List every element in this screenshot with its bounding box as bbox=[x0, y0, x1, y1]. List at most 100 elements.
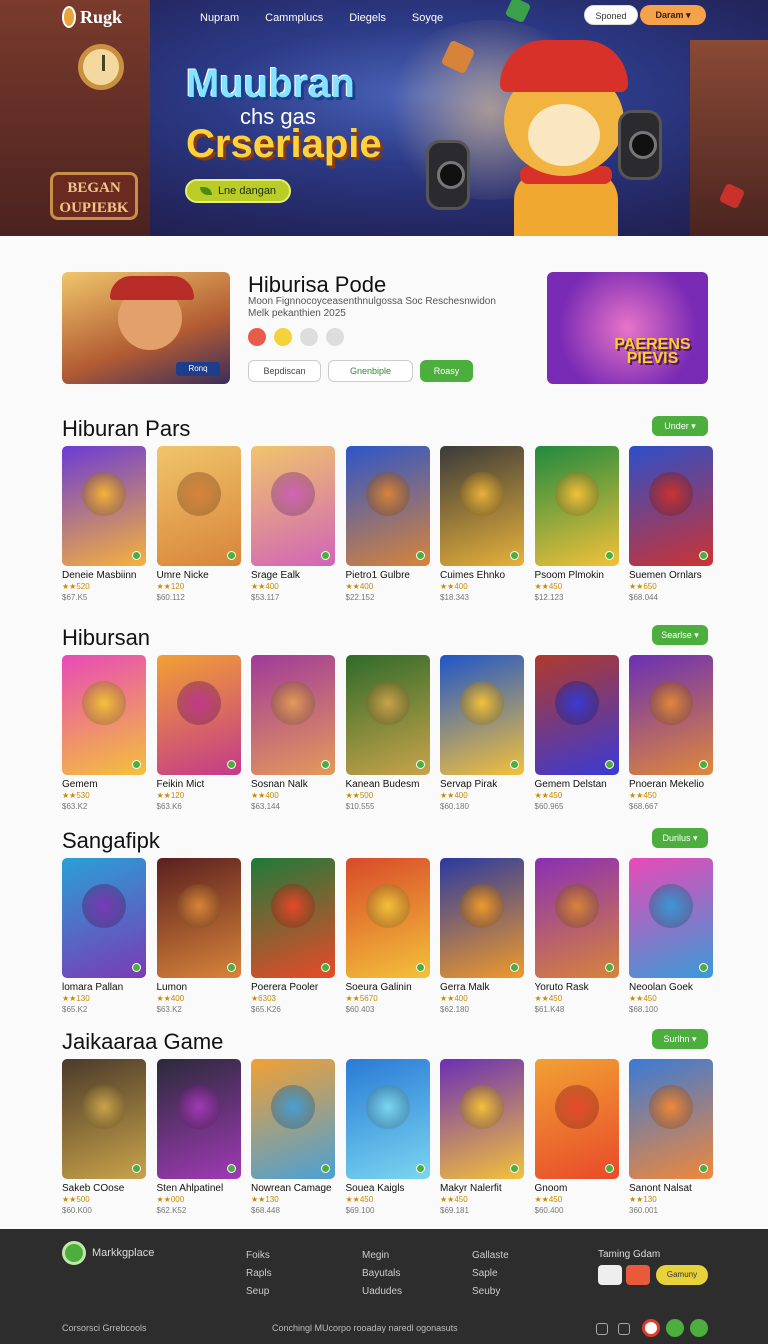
play-icon[interactable] bbox=[699, 1164, 708, 1173]
play-icon[interactable] bbox=[510, 963, 519, 972]
footer-link[interactable]: Megin bbox=[362, 1247, 402, 1265]
game-thumbnail[interactable] bbox=[251, 858, 335, 978]
nav-item[interactable]: Nupram bbox=[200, 12, 239, 24]
game-thumbnail[interactable] bbox=[156, 446, 241, 566]
signin-button[interactable]: Sponed bbox=[584, 5, 638, 25]
section-filter-button[interactable]: Surlhn ▾ bbox=[652, 1029, 708, 1049]
game-card[interactable]: Psoom Plmokin ★★450 $12.123 bbox=[534, 446, 619, 602]
game-thumbnail[interactable] bbox=[156, 1059, 241, 1179]
play-icon[interactable] bbox=[226, 1164, 236, 1173]
play-icon[interactable] bbox=[132, 963, 141, 972]
play-icon[interactable] bbox=[604, 1164, 614, 1173]
nav-item[interactable]: Diegels bbox=[349, 12, 386, 24]
featured-thumbnail[interactable]: Ronq bbox=[62, 272, 230, 384]
play-icon[interactable] bbox=[604, 760, 614, 769]
platform-icon[interactable] bbox=[248, 328, 266, 346]
game-card[interactable]: Soeura Galinin ★★5670 $60.403 bbox=[345, 858, 430, 1014]
game-card[interactable]: Gerra Malk ★★400 $62.180 bbox=[440, 858, 524, 1014]
footer-cta-button[interactable]: Gamuny bbox=[656, 1265, 708, 1285]
game-thumbnail[interactable] bbox=[251, 446, 335, 566]
game-thumbnail[interactable] bbox=[534, 1059, 619, 1179]
game-thumbnail[interactable] bbox=[440, 655, 524, 775]
featured-side-image[interactable]: PAERENS PIEVIS bbox=[547, 272, 708, 384]
game-thumbnail[interactable] bbox=[629, 446, 713, 566]
play-icon[interactable] bbox=[699, 963, 708, 972]
featured-outline-button-2[interactable]: Gnenbiple bbox=[328, 360, 413, 382]
phone-icon[interactable] bbox=[690, 1319, 708, 1337]
game-thumbnail[interactable] bbox=[440, 858, 524, 978]
game-thumbnail[interactable] bbox=[62, 1059, 146, 1179]
game-card[interactable]: Cuimes Ehnko ★★400 $18.343 bbox=[440, 446, 524, 602]
play-icon[interactable] bbox=[699, 760, 708, 769]
game-thumbnail[interactable] bbox=[534, 446, 619, 566]
game-card[interactable]: Nowrean Camage ★★130 $68.448 bbox=[251, 1059, 335, 1215]
play-icon[interactable] bbox=[510, 551, 519, 560]
play-icon[interactable] bbox=[132, 1164, 141, 1173]
footer-link[interactable]: Rapls bbox=[246, 1265, 272, 1283]
play-icon[interactable] bbox=[226, 963, 236, 972]
footer-link[interactable]: Seup bbox=[246, 1283, 272, 1301]
play-icon[interactable] bbox=[226, 760, 236, 769]
nav-item[interactable]: Cammplucs bbox=[265, 12, 323, 24]
play-icon[interactable] bbox=[321, 551, 330, 560]
game-thumbnail[interactable] bbox=[251, 655, 335, 775]
game-card[interactable]: Gemem ★★530 $63.K2 bbox=[62, 655, 146, 811]
game-card[interactable]: Sanont Nalsat ★★130 360.001 bbox=[629, 1059, 713, 1215]
play-icon[interactable] bbox=[321, 1164, 330, 1173]
nav-item[interactable]: Soyqe bbox=[412, 12, 443, 24]
game-card[interactable]: Pnoeran Mekelio ★★450 $68.667 bbox=[629, 655, 713, 811]
footer-logo[interactable]: Markkgplace bbox=[62, 1241, 154, 1265]
game-thumbnail[interactable] bbox=[156, 858, 241, 978]
footer-link[interactable]: Bayutals bbox=[362, 1265, 402, 1283]
play-icon[interactable] bbox=[415, 1164, 425, 1173]
play-icon[interactable] bbox=[604, 963, 614, 972]
hero-cta-button[interactable]: Lne dangan bbox=[185, 179, 291, 203]
play-icon[interactable] bbox=[132, 760, 141, 769]
game-thumbnail[interactable] bbox=[534, 655, 619, 775]
play-icon[interactable] bbox=[415, 551, 425, 560]
play-icon[interactable] bbox=[132, 551, 141, 560]
game-thumbnail[interactable] bbox=[251, 1059, 335, 1179]
game-card[interactable]: Sosnan Nalk ★★400 $63.144 bbox=[251, 655, 335, 811]
game-thumbnail[interactable] bbox=[62, 655, 146, 775]
game-card[interactable]: Yoruto Rask ★★450 $61.K48 bbox=[534, 858, 619, 1014]
game-card[interactable]: Umre Nicke ★★120 $60.112 bbox=[156, 446, 241, 602]
play-icon[interactable] bbox=[226, 551, 236, 560]
site-logo[interactable]: Rugk bbox=[62, 4, 122, 30]
game-thumbnail[interactable] bbox=[534, 858, 619, 978]
lock-icon[interactable] bbox=[596, 1323, 608, 1335]
play-icon[interactable] bbox=[321, 963, 330, 972]
footer-link[interactable]: Saple bbox=[472, 1265, 509, 1283]
play-icon[interactable] bbox=[604, 551, 614, 560]
game-card[interactable]: Pietro1 Gulbre ★★400 $22.152 bbox=[345, 446, 430, 602]
game-card[interactable]: Sakeb COose ★★500 $60.K00 bbox=[62, 1059, 146, 1215]
footer-link[interactable]: Uadudes bbox=[362, 1283, 402, 1301]
game-card[interactable]: Gemem Delstan ★★450 $60.965 bbox=[534, 655, 619, 811]
game-card[interactable]: Neoolan Goek ★★450 $68.100 bbox=[629, 858, 713, 1014]
game-card[interactable]: Deneie Masbiinn ★★520 $67.K5 bbox=[62, 446, 146, 602]
game-thumbnail[interactable] bbox=[629, 858, 713, 978]
game-card[interactable]: Poerera Pooler ★6303 $65.K26 bbox=[251, 858, 335, 1014]
app-store-icon[interactable] bbox=[598, 1265, 622, 1285]
game-thumbnail[interactable] bbox=[440, 1059, 524, 1179]
section-filter-button[interactable]: Durilus ▾ bbox=[652, 828, 708, 848]
platform-icon[interactable] bbox=[274, 328, 292, 346]
game-thumbnail[interactable] bbox=[345, 655, 430, 775]
play-store-icon[interactable] bbox=[626, 1265, 650, 1285]
menu-dropdown-button[interactable]: Daram ▾ bbox=[640, 5, 706, 25]
footer-link[interactable]: Gallaste bbox=[472, 1247, 509, 1265]
platform-icon[interactable] bbox=[326, 328, 344, 346]
footer-link[interactable]: Foiks bbox=[246, 1247, 272, 1265]
game-card[interactable]: lomara Pallan ★★130 $65.K2 bbox=[62, 858, 146, 1014]
play-icon[interactable] bbox=[321, 760, 330, 769]
play-icon[interactable] bbox=[510, 1164, 519, 1173]
section-filter-button[interactable]: Searlse ▾ bbox=[652, 625, 708, 645]
game-thumbnail[interactable] bbox=[62, 446, 146, 566]
game-card[interactable]: Kanean Budesm ★★500 $10.555 bbox=[345, 655, 430, 811]
game-thumbnail[interactable] bbox=[440, 446, 524, 566]
game-thumbnail[interactable] bbox=[156, 655, 241, 775]
play-icon[interactable] bbox=[510, 760, 519, 769]
game-card[interactable]: Lumon ★★400 $63.K2 bbox=[156, 858, 241, 1014]
game-thumbnail[interactable] bbox=[345, 858, 430, 978]
game-thumbnail[interactable] bbox=[345, 1059, 430, 1179]
